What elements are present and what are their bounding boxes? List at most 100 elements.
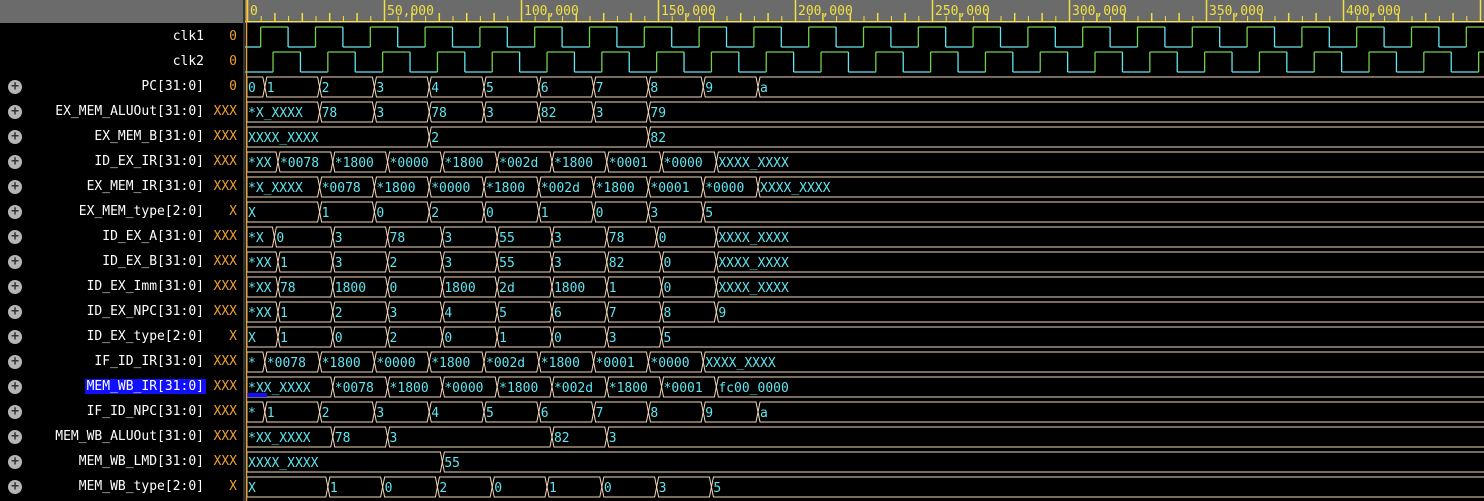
signal-name[interactable]: ID_EX_Imm[31:0] — [85, 279, 206, 294]
expand-plus-icon[interactable]: + — [8, 330, 22, 344]
waveform-pane[interactable]: 0 50,000 100,000 150,000 200,000 250,000 300,0… — [245, 0, 1484, 501]
signal-name[interactable]: ID_EX_NPC[31:0] — [85, 304, 206, 319]
signal-list-header — [0, 0, 245, 23]
signal-name[interactable]: EX_MEM_type[2:0] — [77, 204, 206, 219]
expand-plus-icon[interactable]: + — [8, 280, 22, 294]
signal-name[interactable]: MEM_WB_LMD[31:0] — [77, 454, 206, 469]
expand-plus-icon[interactable]: + — [8, 155, 22, 169]
bus-value: 3 — [486, 106, 494, 121]
signal-row[interactable]: + ID_EX_B[31:0] XXX — [0, 250, 245, 275]
signal-row[interactable]: + ID_EX_IR[31:0] XXX — [0, 150, 245, 175]
expand-plus-icon[interactable]: + — [8, 355, 22, 369]
signal-row[interactable]: clk1 0 — [0, 25, 245, 50]
bus-value: *0000 — [431, 181, 470, 196]
bus-value: 0 — [664, 256, 672, 271]
signal-row[interactable]: + ID_EX_type[2:0] X — [0, 325, 245, 350]
signal-row[interactable]: + EX_MEM_type[2:0] X — [0, 200, 245, 225]
bus-value: 6 — [554, 306, 562, 321]
bus-value: a — [760, 406, 768, 421]
bus-value: 2 — [431, 206, 439, 221]
signal-row[interactable]: + MEM_WB_ALUOut[31:0] XXX — [0, 425, 245, 450]
signal-name[interactable]: IF_ID_NPC[31:0] — [85, 404, 206, 419]
bus-value: *002d — [486, 356, 525, 371]
signal-name[interactable]: MEM_WB_ALUOut[31:0] — [53, 429, 206, 444]
expand-plus-icon[interactable]: + — [8, 405, 22, 419]
bus-value: 78 — [390, 231, 406, 246]
bus-value: *XX — [248, 281, 272, 296]
expand-plus-icon[interactable]: + — [8, 180, 22, 194]
signal-row[interactable]: + IF_ID_IR[31:0] XXX — [0, 350, 245, 375]
bus-value: 0 — [248, 81, 256, 96]
expand-plus-icon[interactable]: + — [8, 430, 22, 444]
signal-row[interactable]: + PC[31:0] 0 — [0, 75, 245, 100]
expand-plus-icon[interactable]: + — [8, 230, 22, 244]
signal-row[interactable]: + MEM_WB_IR[31:0] XXX — [0, 375, 245, 400]
expand-plus-icon[interactable]: + — [8, 205, 22, 219]
bus-value: 78 — [280, 281, 296, 296]
signal-name[interactable]: IF_ID_IR[31:0] — [92, 354, 206, 369]
signal-name[interactable]: ID_EX_IR[31:0] — [92, 154, 206, 169]
bus-value: 1 — [280, 331, 288, 346]
bus-value: 55 — [499, 231, 515, 246]
signal-name[interactable]: PC[31:0] — [139, 79, 206, 94]
expand-plus-icon[interactable]: + — [8, 305, 22, 319]
bus-value: *002d — [554, 381, 593, 396]
bus-value: 6 — [541, 406, 549, 421]
bus-segment — [715, 251, 1484, 273]
signal-name[interactable]: ID_EX_type[2:0] — [85, 329, 206, 344]
signal-row[interactable]: + MEM_WB_LMD[31:0] XXX — [0, 450, 245, 475]
bus-value: 0 — [664, 281, 672, 296]
signal-row[interactable]: + EX_MEM_B[31:0] XXX — [0, 125, 245, 150]
signal-row[interactable]: + ID_EX_A[31:0] XXX — [0, 225, 245, 250]
signal-name[interactable]: clk1 — [171, 29, 206, 44]
bus-value: *X_XXXX — [248, 181, 303, 196]
bus-value: 78 — [431, 106, 447, 121]
signal-row[interactable]: + EX_MEM_IR[31:0] XXX — [0, 175, 245, 200]
bus-segment — [647, 126, 1484, 148]
bus-value: 2d — [499, 281, 515, 296]
signal-value: XXX — [213, 454, 237, 469]
bus-value: 1 — [549, 481, 557, 496]
bus-value: *1800 — [596, 181, 635, 196]
signal-row[interactable]: + MEM_WB_type[2:0] X — [0, 475, 245, 500]
bus-value: * — [248, 406, 256, 421]
signal-name[interactable]: ID_EX_B[31:0] — [100, 254, 206, 269]
bus-value: 3 — [376, 81, 384, 96]
expand-plus-icon[interactable]: + — [8, 455, 22, 469]
signal-name[interactable]: EX_MEM_IR[31:0] — [85, 179, 206, 194]
expand-plus-icon[interactable]: + — [8, 130, 22, 144]
bus-segment — [246, 476, 329, 498]
bus-value: 78 — [609, 231, 625, 246]
signal-value: XXX — [213, 404, 237, 419]
signal-name[interactable]: ID_EX_A[31:0] — [100, 229, 206, 244]
signal-row[interactable]: + ID_EX_NPC[31:0] XXX — [0, 300, 245, 325]
signal-value: 0 — [229, 54, 237, 69]
ruler-label: 350,000 — [1209, 4, 1264, 19]
signal-name[interactable]: MEM_WB_IR[31:0] — [84, 379, 206, 394]
bus-value: 2 — [390, 256, 398, 271]
bus-value: *0001 — [650, 181, 689, 196]
bus-value: *002d — [541, 181, 580, 196]
bus-value: 82 — [554, 431, 570, 446]
signal-name[interactable]: clk2 — [171, 54, 206, 69]
expand-plus-icon[interactable]: + — [8, 105, 22, 119]
expand-plus-icon[interactable]: + — [8, 380, 22, 394]
signal-name[interactable]: EX_MEM_B[31:0] — [92, 129, 206, 144]
signal-name[interactable]: EX_MEM_ALUOut[31:0] — [53, 104, 206, 119]
bus-value: 8 — [650, 81, 658, 96]
expand-plus-icon[interactable]: + — [8, 80, 22, 94]
signal-value: XXX — [213, 379, 237, 394]
signal-row[interactable]: clk2 0 — [0, 50, 245, 75]
signal-value: XXX — [213, 279, 237, 294]
expand-plus-icon[interactable]: + — [8, 480, 22, 494]
bus-value: 3 — [335, 256, 343, 271]
signal-row[interactable]: + IF_ID_NPC[31:0] XXX — [0, 400, 245, 425]
signal-name[interactable]: MEM_WB_type[2:0] — [77, 479, 206, 494]
bus-value: 0 — [276, 231, 284, 246]
signal-row[interactable]: + ID_EX_Imm[31:0] XXX — [0, 275, 245, 300]
expand-plus-icon[interactable]: + — [8, 255, 22, 269]
bus-value: 1 — [267, 406, 275, 421]
signal-row[interactable]: + EX_MEM_ALUOut[31:0] XXX — [0, 100, 245, 125]
bus-value: 0 — [444, 331, 452, 346]
bus-value: *0078 — [335, 381, 374, 396]
